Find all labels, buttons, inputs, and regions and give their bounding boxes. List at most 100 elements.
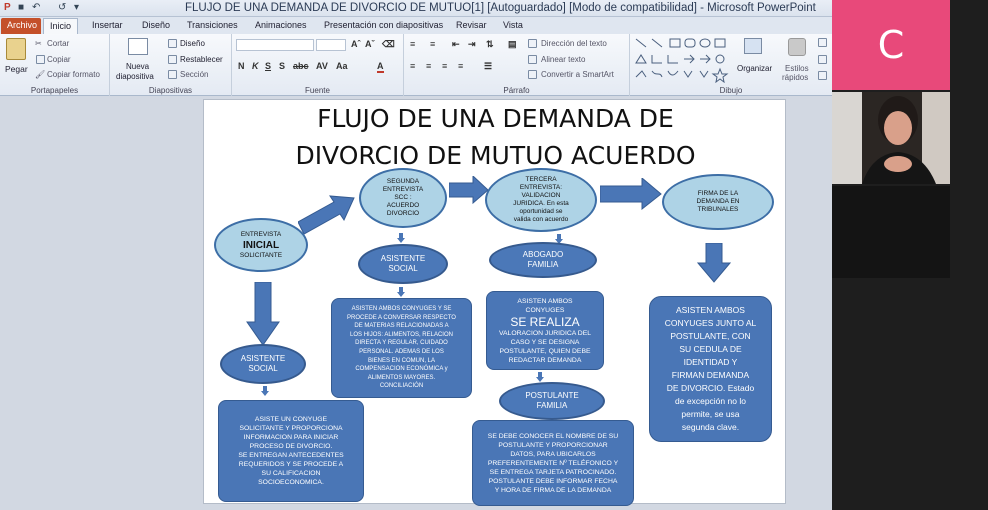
strikethrough-icon[interactable]: abc [293,61,309,71]
align-text-button[interactable]: Alinear texto [541,55,585,64]
shrink-font-icon[interactable]: Aˇ [365,39,375,49]
save-icon[interactable]: ■ [18,2,24,13]
columns-icon[interactable]: ▤ [508,39,517,50]
tab-vista[interactable]: Vista [497,18,529,34]
shape-outline-icon[interactable] [818,55,827,64]
change-case-icon[interactable]: Aa [336,61,348,71]
new-slide-icon[interactable] [128,38,148,55]
slide-canvas[interactable]: FLUJO DE UNA DEMANDA DE DIVORCIO DE MUTU… [203,99,787,506]
section-icon[interactable] [168,70,177,79]
undo-icon[interactable]: ↶ [32,2,40,13]
section-button[interactable]: Sección [180,70,208,79]
ellipse-segunda-entrevista[interactable]: SEGUNDA ENTREVISTA SCC : ACUERDO DIVORCI… [359,168,447,228]
box-line: DE DIVORCIO. Estado [666,383,755,393]
box-asisten-conyuges[interactable]: ASISTEN AMBOS CONYUGES Y SE PROCEDE A CON… [331,298,472,398]
grow-font-icon[interactable]: Aˆ [351,39,361,49]
box-se-realiza[interactable]: ASISTEN AMBOS CONYUGES SE REALIZA VALORA… [486,291,604,370]
line-spacing-icon[interactable]: ⇅ [486,39,494,50]
tab-archivo[interactable]: Archivo [1,18,41,34]
tab-revisar[interactable]: Revisar [450,18,493,34]
slide-title-line1[interactable]: FLUJO DE UNA DEMANDA DE [204,104,787,133]
font-color-icon[interactable]: A [377,61,384,73]
cut-icon[interactable]: ✂ [35,39,42,48]
box-line-big: SE REALIZA [510,314,580,329]
text-direction-button[interactable]: Dirección del texto [541,39,607,48]
copy-button[interactable]: Copiar [47,55,71,64]
align-text-icon[interactable] [528,55,537,64]
box-asiste-conyuge[interactable]: ASISTE UN CONYUGE SOLICITANTE Y PROPORCIO… [218,400,364,502]
ellipse-text: TRIBUNALES [697,206,739,213]
decrease-indent-icon[interactable]: ⇤ [452,39,460,50]
group-label-diapositivas: Diapositivas [148,86,193,95]
ellipse-asistente-social-2[interactable]: ASISTENTE SOCIAL [358,244,448,284]
cut-button[interactable]: Cortar [47,39,69,48]
copy-icon[interactable] [36,55,45,64]
ellipse-postulante-familia[interactable]: POSTULANTE FAMILIA [499,382,605,420]
paste-button[interactable]: Pegar [5,64,28,74]
arrange-button[interactable]: Organizar [737,64,772,73]
box-postulante-datos[interactable]: SE DEBE CONOCER EL NOMBRE DE SU POSTULANT… [472,420,634,506]
group-diapositivas: Nueva diapositiva Diseño Restablecer Sec… [110,34,232,96]
tab-insertar[interactable]: Insertar [86,18,129,34]
smartart-icon[interactable] [528,70,537,79]
shapes-gallery-icon[interactable] [634,37,734,83]
new-slide-button[interactable]: Nueva [126,62,149,71]
quick-styles-button[interactable]: Estilos [785,64,809,73]
arrow-down-inicial [246,282,280,346]
new-slide-button-label2[interactable]: diapositiva [116,72,154,81]
align-left-icon[interactable]: ≡ [410,61,415,71]
shape-effects-icon[interactable] [818,71,827,80]
box-line: PROCESO DE DIVORCIO. [249,443,333,450]
customize-quick-access-icon[interactable]: ▾ [74,2,79,13]
layout-icon[interactable] [168,39,177,48]
increase-indent-icon[interactable]: ⇥ [468,39,476,50]
tab-presentacion[interactable]: Presentación con diapositivas [318,18,449,34]
layout-button[interactable]: Diseño [180,39,205,48]
ellipse-abogado-familia[interactable]: ABOGADO FAMILIA [489,242,597,278]
bullets-icon[interactable]: ≡ [410,39,415,49]
ellipse-tercera-entrevista[interactable]: TERCERA ENTREVISTA: VALIDACION JURIDICA.… [485,168,597,232]
shape-fill-icon[interactable] [818,38,827,47]
text-direction-icon[interactable] [528,39,537,48]
paste-icon[interactable] [6,38,26,60]
ellipse-asistente-social-1[interactable]: ASISTENTE SOCIAL [220,344,306,384]
underline-icon[interactable]: S [265,61,271,71]
quick-styles-button-label2[interactable]: rápidos [782,73,808,82]
slide-title-line2[interactable]: DIVORCIO DE MUTUO ACUERDO [204,141,787,170]
italic-icon[interactable]: K [252,61,259,71]
participant-avatar-tile[interactable]: C [832,0,950,90]
format-painter-icon[interactable]: 🖌 [35,70,45,79]
spacing-icon[interactable]: AV [316,61,328,71]
align-center-icon[interactable]: ≡ [426,61,431,71]
justify-icon[interactable]: ≡ [458,61,463,71]
format-painter-button[interactable]: Copiar formato [47,70,100,79]
tab-diseno[interactable]: Diseño [136,18,176,34]
font-size-combo[interactable] [316,39,346,51]
shadow-icon[interactable]: S [279,61,285,71]
tab-transiciones[interactable]: Transiciones [181,18,244,34]
box-text: SE DEBE CONOCER EL NOMBRE DE SU POSTULANT… [488,432,618,495]
title-bar: P ■ ↶ ↺ ▾ FLUJO DE UNA DEMANDA DE DIVORC… [0,0,832,17]
arrow-down-firma [697,243,731,283]
arrange-icon[interactable] [744,38,762,54]
ellipse-firma-demanda[interactable]: FIRMA DE LA DEMANDA EN TRIBUNALES [662,174,774,230]
reset-icon[interactable] [168,55,177,64]
participant-video-tile[interactable] [832,92,950,184]
tab-inicio[interactable]: Inicio [43,18,79,34]
distribute-icon[interactable]: ☰ [484,61,492,72]
participant-video-icon [832,92,950,184]
reset-button[interactable]: Restablecer [180,55,223,64]
box-firman-demanda[interactable]: ASISTEN AMBOS CONYUGES JUNTO AL POSTULANTE… [649,296,772,442]
numbering-icon[interactable]: ≡ [430,39,435,49]
ellipse-entrevista-inicial[interactable]: ENTREVISTA INICIAL SOLICITANTE [214,218,308,272]
box-line: VALORACION JURIDICA DEL [498,329,592,337]
font-name-combo[interactable] [236,39,314,51]
clear-format-icon[interactable]: ⌫ [382,39,395,50]
quick-styles-icon[interactable] [788,38,806,56]
box-text: ASISTE UN CONYUGE SOLICITANTE Y PROPORCIO… [238,415,343,487]
bold-icon[interactable]: N [238,61,245,71]
tab-animaciones[interactable]: Animaciones [249,18,313,34]
redo-icon[interactable]: ↺ [58,2,66,13]
align-right-icon[interactable]: ≡ [442,61,447,71]
smartart-button[interactable]: Convertir a SmartArt [541,70,614,79]
